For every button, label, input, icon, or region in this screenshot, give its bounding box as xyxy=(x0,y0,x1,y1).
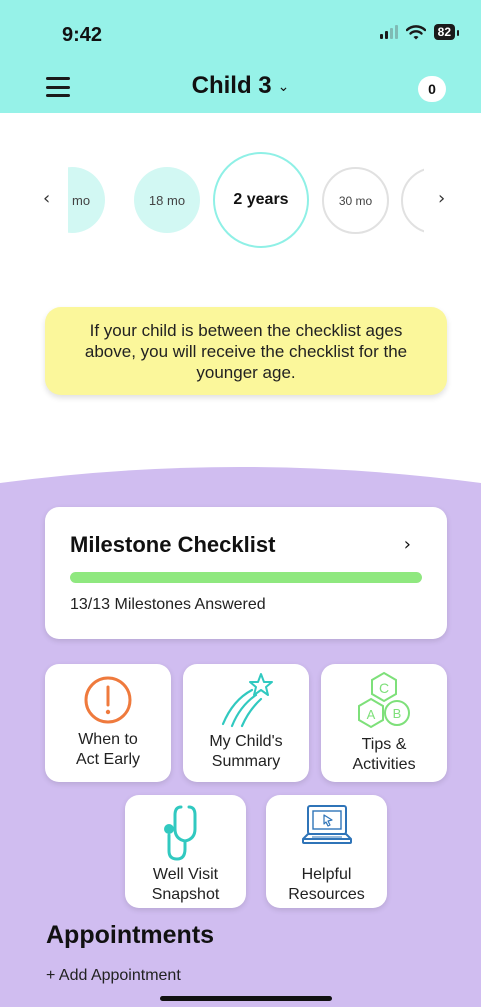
abc-blocks-icon: C A B xyxy=(358,671,410,729)
status-icons: 82 xyxy=(379,24,460,40)
app-header: 9:42 82 Child 3 ⌄ 0 xyxy=(0,0,481,113)
tile-label-line2: Act Early xyxy=(75,751,140,768)
age-option-18mo[interactable]: 18 mo xyxy=(134,167,200,233)
battery-indicator: 82 xyxy=(433,24,460,40)
tile-label-line2: Snapshot xyxy=(151,886,220,903)
tile-label-line1: Tips & xyxy=(361,736,407,753)
tile-label-line2: Activities xyxy=(352,756,416,773)
age-selector: ‹ 15 mo 18 mo 2 years 30 mo › xyxy=(0,150,481,250)
tile-label-line1: Helpful xyxy=(301,866,352,883)
tile-label-line1: Well Visit xyxy=(152,866,219,883)
tile-tips-activities[interactable]: C A B Tips & Activities xyxy=(321,664,447,782)
age-option-15mo[interactable]: 15 mo xyxy=(68,167,105,233)
age-option-next[interactable] xyxy=(401,167,424,234)
svg-text:B: B xyxy=(393,706,402,721)
svg-text:C: C xyxy=(379,680,389,696)
age-option-2years[interactable]: 2 years xyxy=(213,152,309,248)
status-time: 9:42 xyxy=(62,24,103,46)
chevron-down-icon: ⌄ xyxy=(277,78,290,95)
alert-circle-icon xyxy=(84,676,132,724)
tile-label-line2: Summary xyxy=(211,753,281,770)
tile-helpful-resources[interactable]: Helpful Resources xyxy=(266,795,387,908)
signal-icon xyxy=(379,25,398,39)
child-selector[interactable]: Child 3 ⌄ xyxy=(0,72,481,100)
svg-text:A: A xyxy=(367,707,376,722)
tile-when-to-act-early[interactable]: When to Act Early xyxy=(45,664,171,782)
chevron-left-icon[interactable]: ‹ xyxy=(43,188,50,209)
child-name: Child 3 xyxy=(191,72,272,99)
wifi-icon xyxy=(405,24,426,39)
milestone-progress-bar xyxy=(70,572,422,583)
tile-my-childs-summary[interactable]: My Child's Summary xyxy=(183,664,309,782)
progress-fill xyxy=(70,572,422,583)
tile-well-visit-snapshot[interactable]: Well Visit Snapshot xyxy=(125,795,246,908)
milestone-checklist-card[interactable]: Milestone Checklist › 13/13 Milestones A… xyxy=(45,507,447,639)
shooting-star-icon xyxy=(221,673,273,728)
age-option-30mo[interactable]: 30 mo xyxy=(322,167,389,234)
age-carousel: 15 mo 18 mo 2 years 30 mo xyxy=(68,150,424,250)
home-indicator xyxy=(160,996,332,1001)
tile-label-line1: My Child's xyxy=(209,733,283,750)
chevron-right-icon: › xyxy=(403,534,411,555)
add-appointment-link[interactable]: + Add Appointment xyxy=(46,967,181,985)
milestone-title: Milestone Checklist xyxy=(70,532,276,557)
age-info-note: If your child is between the checklist a… xyxy=(45,307,447,395)
appointments-heading: Appointments xyxy=(46,921,215,949)
chevron-right-icon[interactable]: › xyxy=(438,188,445,209)
stethoscope-icon xyxy=(164,805,197,861)
milestone-status: 13/13 Milestones Answered xyxy=(70,596,266,613)
tile-label-line2: Resources xyxy=(288,886,365,903)
notification-badge[interactable]: 0 xyxy=(418,76,446,102)
laptop-icon xyxy=(302,805,352,844)
tile-label-line1: When to xyxy=(78,731,138,748)
age-info-text: If your child is between the checklist a… xyxy=(84,320,408,382)
